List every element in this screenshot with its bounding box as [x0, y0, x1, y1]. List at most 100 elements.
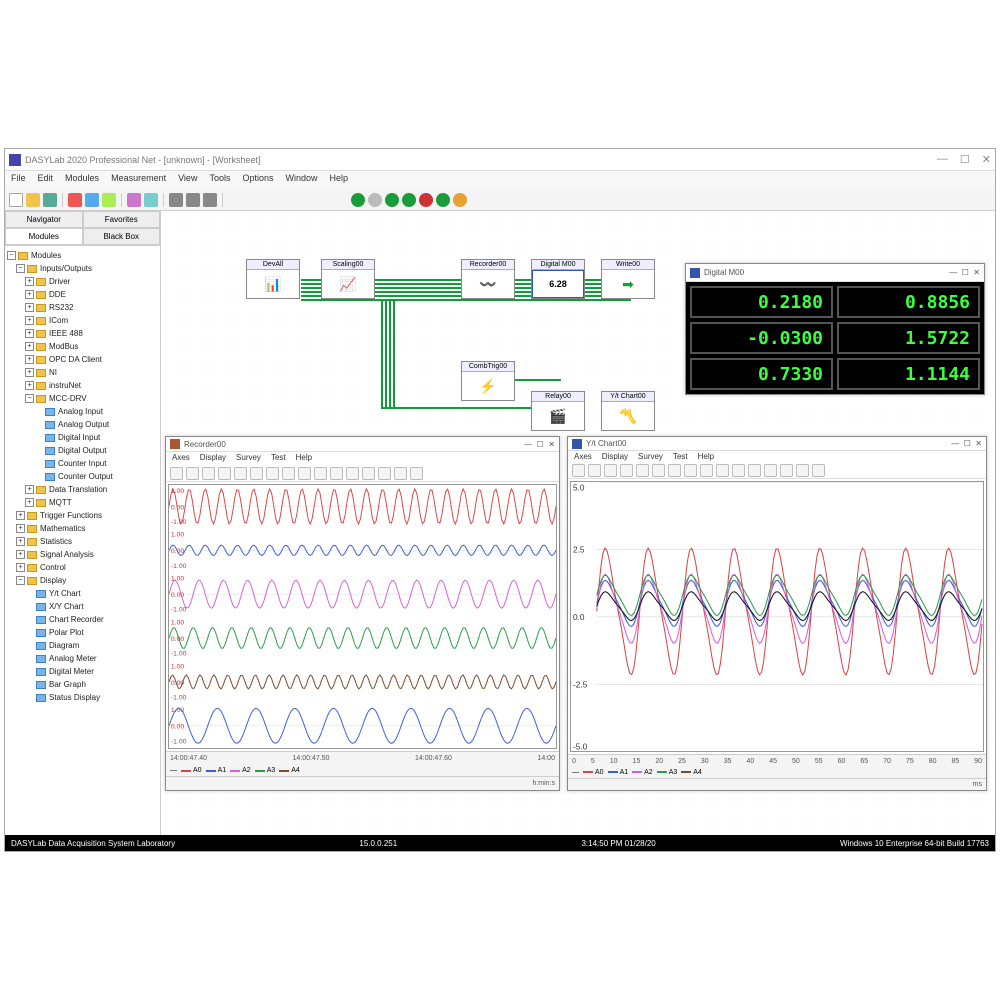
tree-item[interactable]: Signal Analysis [40, 548, 94, 561]
stop-button[interactable] [419, 193, 433, 207]
cut-button[interactable] [68, 193, 82, 207]
tree-item[interactable]: ModBus [49, 340, 78, 353]
tree-item[interactable]: X/Y Chart [49, 600, 84, 613]
chart-tool[interactable] [572, 464, 585, 477]
block-devall[interactable]: DevAll📊 [246, 259, 300, 299]
menu-file[interactable]: File [11, 173, 26, 187]
tree-item[interactable]: Driver [49, 275, 70, 288]
tab-blackbox[interactable]: Black Box [83, 228, 161, 245]
tree-item[interactable]: Analog Output [58, 418, 109, 431]
tree-item[interactable]: instruNet [49, 379, 81, 392]
ytchart-window[interactable]: Y/t Chart00— ☐ ✕ AxesDisplaySurveyTestHe… [567, 436, 987, 791]
maximize-button[interactable]: ☐ [960, 153, 970, 166]
tree-item[interactable]: Statistics [40, 535, 72, 548]
rec-close[interactable]: ✕ [548, 440, 555, 449]
chart-tool[interactable] [780, 464, 793, 477]
tool-a[interactable] [169, 193, 183, 207]
chart-tool[interactable] [314, 467, 327, 480]
meter-max-button[interactable]: ☐ [962, 268, 969, 277]
run-button[interactable] [351, 193, 365, 207]
block-recorder[interactable]: Recorder00〰️ [461, 259, 515, 299]
chart-tool[interactable] [812, 464, 825, 477]
tree-item[interactable]: Mathematics [40, 522, 85, 535]
tree-item[interactable]: Trigger Functions [40, 509, 102, 522]
tool-b[interactable] [186, 193, 200, 207]
menu-measurement[interactable]: Measurement [111, 173, 166, 187]
tree-item[interactable]: Polar Plot [49, 626, 84, 639]
tool-c[interactable] [203, 193, 217, 207]
tree-item[interactable]: Control [40, 561, 66, 574]
tree-item[interactable]: Diagram [49, 639, 79, 652]
tree-item[interactable]: MQTT [49, 496, 72, 509]
copy-button[interactable] [85, 193, 99, 207]
chart-tool[interactable] [588, 464, 601, 477]
record-button[interactable] [436, 193, 450, 207]
block-relay[interactable]: Relay00🎬 [531, 391, 585, 431]
chart-tool[interactable] [298, 467, 311, 480]
tree-item[interactable]: IEEE 488 [49, 327, 83, 340]
rec-max[interactable]: ☐ [537, 440, 544, 449]
chart-tool[interactable] [346, 467, 359, 480]
menu-tools[interactable]: Tools [209, 173, 230, 187]
tree-item[interactable]: OPC DA Client [49, 353, 102, 366]
tree-item[interactable]: Inputs/Outputs [40, 262, 92, 275]
tree-item[interactable]: Data Translation [49, 483, 107, 496]
tree-item[interactable]: Counter Output [58, 470, 113, 483]
chart-tool[interactable] [266, 467, 279, 480]
chart-tool[interactable] [330, 467, 343, 480]
yt-max[interactable]: ☐ [964, 439, 971, 448]
loop-button[interactable] [453, 193, 467, 207]
block-scaling[interactable]: Scaling00📈 [321, 259, 375, 299]
yt-menu-help[interactable]: Help [698, 452, 714, 462]
rec-menu-help[interactable]: Help [296, 453, 312, 464]
rec-menu-display[interactable]: Display [200, 453, 226, 464]
block-digitalmeter[interactable]: Digital M006.28 [531, 259, 585, 299]
chart-tool[interactable] [186, 467, 199, 480]
chart-tool[interactable] [202, 467, 215, 480]
menu-window[interactable]: Window [286, 173, 318, 187]
rec-menu-survey[interactable]: Survey [236, 453, 261, 464]
tree-item[interactable]: Display [40, 574, 66, 587]
meter-close-button[interactable]: ✕ [973, 268, 980, 277]
rec-menu-test[interactable]: Test [271, 453, 286, 464]
menu-help[interactable]: Help [330, 173, 349, 187]
tree-item[interactable]: ICom [49, 314, 68, 327]
tree-item[interactable]: Digital Meter [49, 665, 94, 678]
recorder-window[interactable]: Recorder00— ☐ ✕ AxesDisplaySurveyTestHel… [165, 436, 560, 791]
chart-tool[interactable] [668, 464, 681, 477]
chart-tool[interactable] [636, 464, 649, 477]
rec-min[interactable]: — [524, 440, 532, 449]
block-write[interactable]: Write00➡ [601, 259, 655, 299]
chart-tool[interactable] [620, 464, 633, 477]
tree-item[interactable]: NI [49, 366, 57, 379]
chart-tool[interactable] [378, 467, 391, 480]
tree-item[interactable]: DDE [49, 288, 66, 301]
open-button[interactable] [26, 193, 40, 207]
yt-plot[interactable]: 5.02.50.0-2.5-5.0 [570, 481, 984, 753]
tree-item[interactable]: Digital Input [58, 431, 100, 444]
save-button[interactable] [43, 193, 57, 207]
block-ytchart[interactable]: Y/t Chart00〽️ [601, 391, 655, 431]
menu-view[interactable]: View [178, 173, 197, 187]
chart-tool[interactable] [652, 464, 665, 477]
module-tree[interactable]: −Modules−Inputs/Outputs+Driver+DDE+RS232… [5, 246, 160, 835]
tree-item[interactable]: Chart Recorder [49, 613, 104, 626]
chart-tool[interactable] [250, 467, 263, 480]
step-button[interactable] [402, 193, 416, 207]
tree-item[interactable]: Status Display [49, 691, 100, 704]
paste-button[interactable] [102, 193, 116, 207]
yt-menu-axes[interactable]: Axes [574, 452, 592, 462]
chart-tool[interactable] [282, 467, 295, 480]
meter-min-button[interactable]: — [949, 268, 957, 277]
tree-item[interactable]: Analog Meter [49, 652, 97, 665]
tree-item[interactable]: Y/t Chart [49, 587, 81, 600]
chart-tool[interactable] [234, 467, 247, 480]
menu-options[interactable]: Options [242, 173, 273, 187]
chart-tool[interactable] [170, 467, 183, 480]
undo-button[interactable] [127, 193, 141, 207]
tree-item[interactable]: Modules [31, 249, 61, 262]
chart-tool[interactable] [700, 464, 713, 477]
yt-menu-survey[interactable]: Survey [638, 452, 663, 462]
yt-close[interactable]: ✕ [975, 439, 982, 448]
chart-tool[interactable] [796, 464, 809, 477]
